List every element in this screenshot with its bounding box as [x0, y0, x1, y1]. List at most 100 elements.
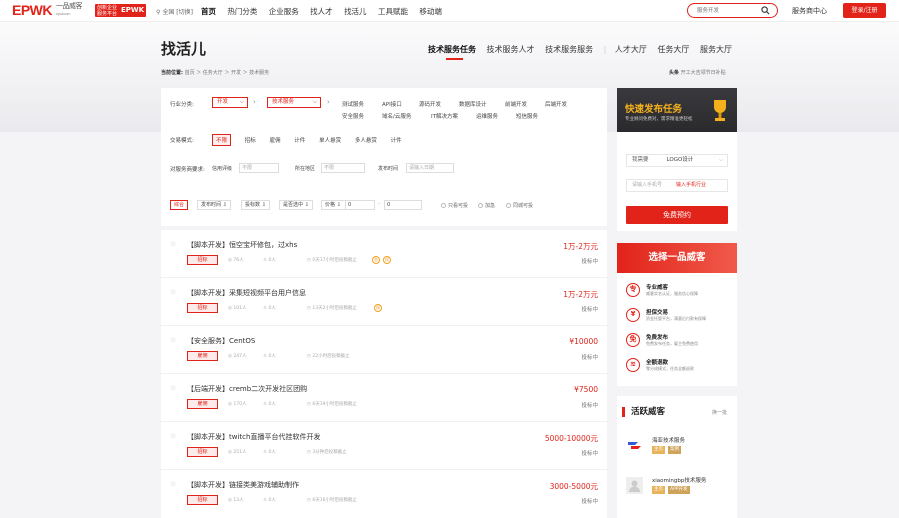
industry-select[interactable]: 开发 ⌵	[212, 97, 248, 108]
mode-bid[interactable]: 招标	[245, 136, 256, 144]
tag-backend[interactable]: 后端开发	[545, 100, 567, 108]
area-select[interactable]: 不限	[321, 163, 365, 173]
check-biddable[interactable]: 只看可投	[441, 202, 468, 209]
refund-icon: ≋	[626, 358, 640, 372]
tag-sms[interactable]: 短信服务	[516, 112, 538, 120]
logo-url-text: epwk.com	[56, 11, 71, 16]
sort-publish-time[interactable]: 发布时间 ⇩	[197, 200, 231, 210]
tag-script[interactable]: 源码开发	[419, 100, 441, 108]
nav-home[interactable]: 首页	[201, 6, 216, 17]
nav-tools[interactable]: 工具赋能	[378, 6, 408, 17]
task-price: ¥7500	[574, 385, 598, 394]
breadcrumb-path[interactable]: 首页 ＞ 任务大厅 ＞ 开发 ＞ 技术服务	[185, 70, 270, 76]
tab-tech-services[interactable]: 技术服务服务	[545, 44, 593, 55]
task-status-badge: 招标	[187, 255, 218, 265]
favorite-star-icon[interactable]: ☆	[170, 336, 176, 344]
nav-mobile[interactable]: 移动端	[419, 6, 442, 17]
tag-security[interactable]: 安全服务	[342, 112, 364, 120]
check-local[interactable]: 同城可投	[506, 202, 533, 209]
active-tab-indicator	[446, 58, 463, 60]
provider-logo-icon	[628, 442, 641, 449]
favorite-star-icon[interactable]: ☆	[170, 384, 176, 392]
provider-name[interactable]: 海亚技术服务	[652, 436, 685, 444]
search-icon[interactable]	[761, 6, 770, 15]
task-title[interactable]: 【脚本开发】恒空宝坏修包，过xhs	[187, 240, 297, 250]
nav-talent[interactable]: 找人才	[310, 6, 333, 17]
favorite-star-icon[interactable]: ☆	[170, 288, 176, 296]
provider-name[interactable]: xiaomingbp技术服务	[652, 476, 706, 484]
need-category-select[interactable]: 我需要 LOGO设计 ⌵	[626, 154, 728, 167]
price-from-input[interactable]: 0	[345, 200, 375, 210]
task-bids: ♙ 0人	[263, 450, 276, 455]
mode-multi-reward[interactable]: 多人悬赏	[355, 136, 377, 144]
tag-domain-cloud[interactable]: 域名/云服务	[382, 112, 411, 120]
task-row[interactable]: ☆ 【脚本开发】twitch直播平台代挂软件开发 招标 ◎ 251人 ♙ 0人 …	[161, 422, 607, 470]
task-title[interactable]: 【脚本开发】采集短视频平台用户信息	[187, 288, 306, 298]
tag-it-solution[interactable]: IT解决方案	[431, 112, 458, 120]
tag-database[interactable]: 数据库设计	[459, 100, 487, 108]
task-deadline-value: 6天19小时后投稿截止	[312, 402, 357, 407]
feature-desc: 零分成模式，任务全额退款	[646, 366, 694, 371]
tab-talent-hall[interactable]: 人才大厅	[615, 44, 647, 55]
tab-tech-talent[interactable]: 技术服务人才	[487, 44, 535, 55]
task-row[interactable]: ☆ 【后端开发】cremb二次开发社区团购 雇佣 ◎ 170人 ♙ 0人 ◷ 6…	[161, 374, 607, 422]
time-input[interactable]: 请输入日期	[406, 163, 454, 173]
subcategory-select[interactable]: 技术服务 ⌵	[267, 97, 321, 108]
professional-icon: 专	[626, 283, 640, 297]
search-input[interactable]	[697, 6, 757, 16]
provider-card[interactable]: 海亚技术服务 主页 案例	[626, 434, 731, 462]
favorite-star-icon[interactable]: ☆	[170, 240, 176, 248]
favorite-star-icon[interactable]: ☆	[170, 480, 176, 488]
phone-code-link[interactable]: 输入手机行业	[676, 180, 706, 191]
refresh-link[interactable]: 换一批	[712, 409, 727, 416]
task-title[interactable]: 【脚本开发】链接类美游戏辅助制作	[187, 480, 299, 490]
sort-default[interactable]: 综合	[170, 200, 189, 210]
tag-testing[interactable]: 测试服务	[342, 100, 364, 108]
task-title[interactable]: 【后端开发】cremb二次开发社区团购	[187, 384, 307, 394]
tag-api[interactable]: API接口	[382, 100, 402, 108]
mode-single-reward[interactable]: 单人悬赏	[319, 136, 341, 144]
sort-bid-count[interactable]: 投标数 ⇩	[241, 200, 270, 210]
mode-piece-2[interactable]: 计件	[391, 136, 402, 144]
nav-find-work[interactable]: 找活儿	[344, 6, 367, 17]
tab-tech-tasks[interactable]: 技术服务任务	[428, 44, 476, 55]
check-urgent[interactable]: 加急	[478, 202, 495, 209]
nav-enterprise[interactable]: 企业服务	[269, 6, 299, 17]
nav-hot-categories[interactable]: 热门分类	[227, 6, 257, 17]
mode-any[interactable]: 不限	[212, 134, 232, 146]
task-status-badge: 雇佣	[187, 351, 218, 361]
headline-news[interactable]: 头条 开工大吉领节日补贴	[669, 69, 726, 76]
location-switcher[interactable]: ⚲ 全国 [切换]	[156, 7, 193, 16]
task-bids-value: 0人	[268, 402, 276, 407]
free-booking-button[interactable]: 免费预约	[626, 206, 728, 224]
service-center-link[interactable]: 服务商中心	[792, 6, 827, 16]
task-deadline-value: 0天17小时后投稿截止	[312, 258, 357, 263]
check-local-label: 同城可投	[513, 203, 534, 209]
quick-publish-banner: 快速发布任务 专业顾问免费对，需求精准更轻松	[617, 88, 737, 132]
task-row[interactable]: ☆ 【脚本开发】链接类美游戏辅助制作 招标 ◎ 13人 ♙ 0人 ◷ 6天16小…	[161, 470, 607, 518]
mode-hire[interactable]: 雇佣	[270, 136, 281, 144]
phone-input[interactable]: 请输入手机号 输入手机行业	[626, 179, 728, 192]
task-status-badge: 雇佣	[187, 399, 218, 409]
tag-frontend[interactable]: 前端开发	[505, 100, 527, 108]
tag-ops[interactable]: 运维服务	[476, 112, 498, 120]
login-button[interactable]: 登录/注册	[843, 3, 886, 18]
mode-options: 不限 招标 雇佣 计件 单人悬赏 多人悬赏 计件	[212, 134, 414, 146]
task-title[interactable]: 【安全服务】CentOS	[187, 336, 255, 346]
task-title[interactable]: 【脚本开发】twitch直播平台代挂软件开发	[187, 432, 320, 442]
tab-task-hall[interactable]: 任务大厅	[657, 44, 689, 55]
brand-badge[interactable]: 创新企业服务平台 EPWK	[95, 4, 146, 17]
sort-selected[interactable]: 是否选中 ⇩	[279, 200, 313, 210]
site-logo[interactable]: EPWK 一品威客 epwk.com	[12, 3, 83, 17]
credit-select[interactable]: 不限	[239, 163, 279, 173]
task-row[interactable]: ☆ 【安全服务】CentOS 雇佣 ◎ 247人 ♙ 0人 ◷ 22小时后投稿截…	[161, 326, 607, 374]
task-deadline-value: 22小时后投稿截止	[312, 354, 350, 359]
provider-card[interactable]: xiaomingbp技术服务 主页 APP开发	[626, 474, 731, 502]
price-to-input[interactable]: 0	[384, 200, 422, 210]
mode-piece[interactable]: 计件	[294, 136, 305, 144]
task-row[interactable]: ☆ 【脚本开发】恒空宝坏修包，过xhs 招标 ◎ 76人 ♙ 0人 ◷ 0天17…	[161, 230, 607, 278]
tab-service-hall[interactable]: 服务大厅	[700, 44, 732, 55]
task-bids-value: 0人	[268, 306, 276, 311]
favorite-star-icon[interactable]: ☆	[170, 432, 176, 440]
task-row[interactable]: ☆ 【脚本开发】采集短视频平台用户信息 招标 ◎ 101人 ♙ 0人 ◷ 13天…	[161, 278, 607, 326]
